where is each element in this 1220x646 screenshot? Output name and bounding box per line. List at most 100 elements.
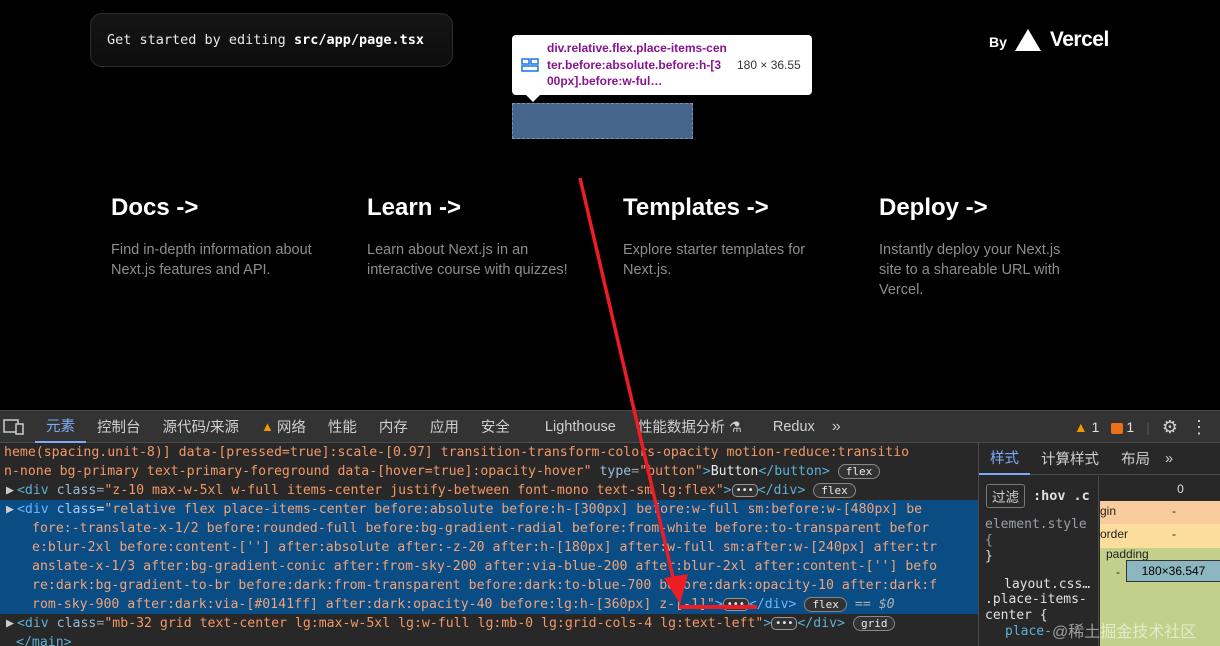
box-position-value: 0 <box>1177 481 1184 496</box>
margin-label: gin <box>1100 504 1117 518</box>
styles-sidepane: 样式 计算样式 布局 » 过滤 :hov .c element.style {}… <box>978 443 1220 646</box>
expand-caret-icon[interactable]: ▶ <box>6 502 14 517</box>
flex-badge[interactable]: flex <box>813 482 856 498</box>
card-learn[interactable]: Learn -> Learn about Next.js in an inter… <box>367 194 592 280</box>
flex-badge[interactable]: flex <box>837 463 881 479</box>
card-templates[interactable]: Templates -> Explore starter templates f… <box>623 194 833 280</box>
card-desc: Find in-depth information about Next.js … <box>111 242 312 278</box>
tab-styles[interactable]: 样式 <box>979 443 1030 475</box>
tab-layout[interactable]: 布局 <box>1110 443 1161 475</box>
tab-application[interactable]: 应用 <box>419 411 470 443</box>
card-title: Docs -> <box>111 194 199 221</box>
warnings-count-label: 1 <box>1091 419 1100 435</box>
tab-redux[interactable]: Redux <box>753 411 826 443</box>
get-started-file: src/app/page.tsx <box>293 32 424 48</box>
by-label: By <box>989 34 1007 50</box>
more-tabs-button[interactable]: » <box>826 418 847 436</box>
element-style-text: element.style { <box>985 517 1087 548</box>
warning-icon: ▲ <box>261 419 274 434</box>
dom-line[interactable]: ▶ <div class="mb-32 grid text-center lg:m… <box>0 614 978 633</box>
collapsed-ellipsis[interactable]: ••• <box>771 616 798 630</box>
selected-class-line: relative flex place-items-center before:… <box>112 502 923 517</box>
tab-elements[interactable]: 元素 <box>35 411 86 443</box>
card-deploy[interactable]: Deploy -> Instantly deploy your Next.js … <box>879 194 1064 300</box>
collapsed-ellipsis[interactable]: ••• <box>722 597 749 611</box>
padding-value: - <box>1116 565 1120 579</box>
get-started-prefix: Get started by editing <box>107 32 294 48</box>
card-desc: Learn about Next.js in an interactive co… <box>367 242 568 278</box>
collapsed-ellipsis[interactable]: ••• <box>731 483 758 497</box>
element-style-rule[interactable]: element.style {} <box>985 517 1098 565</box>
sidepane-tabs: 样式 计算样式 布局 » <box>979 443 1220 475</box>
devtools-status: ▲ 1 1 | ⚙ ⋮ <box>1074 411 1220 443</box>
selected-class-line: e:blur-2xl before:content-[''] after:abs… <box>32 540 938 555</box>
vercel-brand: Vercel <box>1049 28 1109 51</box>
dom-line-text: heme(spacing.unit-8)] data-[pressed=true… <box>4 445 910 460</box>
warning-icon: ▲ <box>1073 419 1088 435</box>
dom-line[interactable]: ▶ <div class="z-10 max-w-5xl w-full items… <box>0 481 978 500</box>
selected-class-line: rom-sky-900 after:dark:via-[#0141ff] aft… <box>32 597 707 612</box>
tab-performance[interactable]: 性能 <box>317 411 368 443</box>
vercel-logo-icon <box>1014 29 1041 51</box>
styles-filter-input[interactable]: 过滤 <box>986 484 1025 508</box>
card-desc: Explore starter templates for Next.js. <box>623 242 806 278</box>
get-started-banner: Get started by editing src/app/page.tsx <box>90 13 453 67</box>
by-vercel-link[interactable]: By Vercel <box>989 28 1109 52</box>
tooltip-size: 180 × 36.55 <box>737 58 801 72</box>
page-viewport: Get started by editing src/app/page.tsx … <box>0 0 1220 410</box>
dom-line[interactable]: </main> <box>0 633 978 646</box>
card-title: Learn -> <box>367 194 462 221</box>
device-toolbar-icon[interactable] <box>3 418 25 436</box>
tab-memory[interactable]: 内存 <box>368 411 419 443</box>
selected-class-line: anslate-x-1/3 after:bg-gradient-conic af… <box>32 559 938 574</box>
tab-security[interactable]: 安全 <box>470 411 521 443</box>
padding-label: padding <box>1106 547 1149 561</box>
card-title: Deploy -> <box>879 194 988 221</box>
more-sidepane-tabs[interactable]: » <box>1161 443 1177 475</box>
dom-class-value: z-10 max-w-5xl w-full items-center justi… <box>112 483 716 498</box>
settings-gear-icon[interactable]: ⚙ <box>1162 417 1178 438</box>
main-close-tag: </main> <box>16 635 72 646</box>
inspected-element-highlight <box>512 103 693 139</box>
border-label: order <box>1100 527 1129 541</box>
selected-dom-node[interactable]: ▶ <div class="relative flex place-items-c… <box>0 500 978 614</box>
warnings-count[interactable]: ▲ 1 <box>1074 419 1100 435</box>
card-title: Templates -> <box>623 194 769 221</box>
issue-icon <box>1111 422 1124 434</box>
dom-line: n-none bg-primary text-primary-foregroun… <box>0 462 978 481</box>
margin-value: - <box>1172 504 1176 518</box>
box-content[interactable]: 180×36.547 <box>1126 560 1220 582</box>
dom-class-value: mb-32 grid text-center lg:max-w-5xl lg:w… <box>112 616 756 631</box>
more-options-icon[interactable]: ⋮ <box>1190 417 1208 438</box>
rule-source-link[interactable]: layout.css… <box>1004 577 1098 592</box>
tab-computed[interactable]: 计算样式 <box>1030 443 1110 475</box>
expand-caret-icon[interactable]: ▶ <box>6 483 14 498</box>
hov-toggle[interactable]: :hov <box>1033 488 1066 504</box>
element-style-close: } <box>985 549 993 564</box>
flex-layout-icon <box>521 58 539 72</box>
card-docs[interactable]: Docs -> Find in-depth information about … <box>111 194 336 280</box>
expand-caret-icon[interactable]: ▶ <box>6 616 14 631</box>
inspect-tooltip: div.relative.flex.place-items-center.bef… <box>512 35 812 102</box>
grid-badge[interactable]: grid <box>852 615 896 631</box>
card-desc: Instantly deploy your Next.js site to a … <box>879 242 1061 298</box>
styles-filter-row: 过滤 :hov .c <box>986 484 1098 508</box>
dom-line: heme(spacing.unit-8)] data-[pressed=true… <box>0 443 978 462</box>
devtools-panel: 元素 控制台 源代码/来源 ▲ 网络 性能 内存 应用 安全 Lighthouse… <box>0 410 1220 646</box>
issues-count[interactable]: 1 <box>1111 419 1134 435</box>
tab-network-label: 网络 <box>276 420 306 436</box>
tab-lighthouse[interactable]: Lighthouse <box>521 411 627 443</box>
tab-network[interactable]: ▲ 网络 <box>250 411 317 443</box>
flex-badge[interactable]: flex <box>804 596 847 612</box>
separator: | <box>1146 419 1150 435</box>
tab-performance-insights[interactable]: 性能数据分析 ⚗ <box>627 411 753 443</box>
elements-tree[interactable]: heme(spacing.unit-8)] data-[pressed=true… <box>0 443 978 646</box>
tab-console[interactable]: 控制台 <box>86 411 152 443</box>
console-ref: == $0 <box>854 597 895 612</box>
cls-toggle[interactable]: .c <box>1074 488 1090 504</box>
watermark: @稀土掘金技术社区 <box>1052 624 1197 641</box>
devtools-tabbar: 元素 控制台 源代码/来源 ▲ 网络 性能 内存 应用 安全 Lighthouse… <box>0 411 1220 443</box>
tab-sources[interactable]: 源代码/来源 <box>152 411 251 443</box>
border-value: - <box>1172 527 1176 541</box>
selected-class-line: re:dark:bg-gradient-to-br before:dark:fr… <box>32 578 938 593</box>
